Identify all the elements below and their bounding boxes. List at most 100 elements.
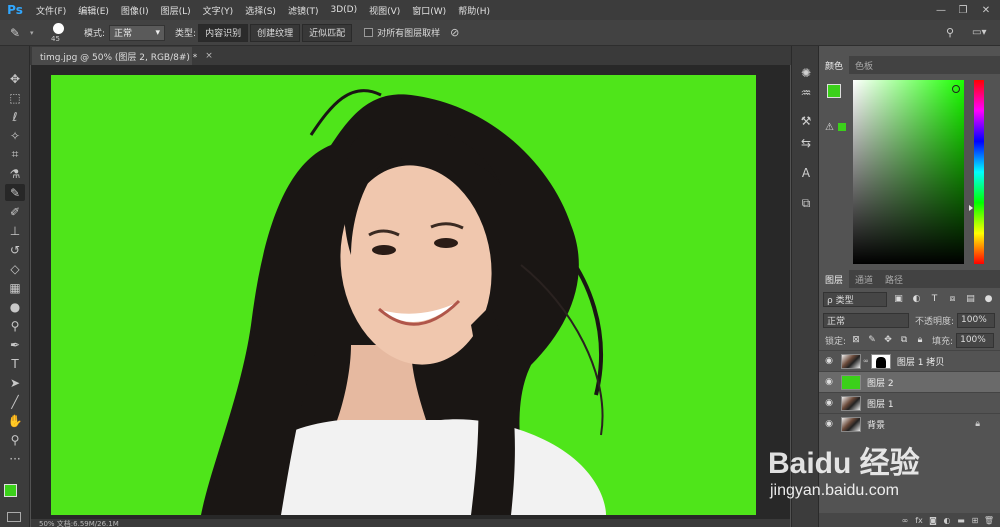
search-icon[interactable]: ⚲: [946, 26, 954, 39]
delete-layer-icon[interactable]: 🗑︎: [982, 516, 996, 525]
mode-select[interactable]: 正常 ▾: [109, 24, 166, 41]
menu-file[interactable]: 文件(F): [30, 4, 72, 17]
lasso-tool-icon[interactable]: ℓ: [5, 108, 25, 125]
lock-all-icon[interactable]: 🔒︎: [914, 334, 926, 346]
new-layer-icon[interactable]: ⊞: [968, 516, 982, 525]
pen-tool-icon[interactable]: ✒: [5, 336, 25, 353]
restore-button[interactable]: ❐: [952, 0, 974, 20]
tab-paths[interactable]: 路径: [879, 270, 909, 288]
zoom-tool-icon[interactable]: ⚲: [5, 431, 25, 448]
color-picker-handle[interactable]: [952, 85, 960, 93]
fill-input[interactable]: 100%: [956, 332, 995, 348]
foreground-color[interactable]: [827, 84, 841, 98]
tab-layers[interactable]: 图层: [819, 270, 850, 288]
eyedropper-tool-icon[interactable]: ⚗: [5, 165, 25, 182]
hand-tool-icon[interactable]: ✋: [5, 412, 25, 429]
visibility-eye-icon[interactable]: ◉: [819, 356, 839, 366]
menu-help[interactable]: 帮助(H): [452, 4, 496, 17]
menu-filter[interactable]: 滤镜(T): [282, 4, 325, 17]
adjustment-filter-icon[interactable]: ◐: [910, 293, 923, 306]
blur-tool-icon[interactable]: ●: [5, 298, 25, 315]
mode-label: 模式:: [84, 29, 106, 39]
crop-tool-icon[interactable]: ⌗: [5, 146, 25, 163]
line-tool-icon[interactable]: ╱: [5, 393, 25, 410]
foreground-color-swatch[interactable]: [4, 484, 17, 497]
menu-window[interactable]: 窗口(W): [406, 4, 452, 17]
tab-swatches[interactable]: 色板: [849, 56, 879, 74]
layer-row[interactable]: ◉ ∞ 图层 1 拷贝: [819, 350, 1000, 371]
watermark-url: jingyan.baidu.com: [770, 482, 899, 499]
menu-3d[interactable]: 3D(D): [324, 5, 363, 15]
sample-all-layers-checkbox[interactable]: [364, 28, 374, 37]
tab-color[interactable]: 颜色: [819, 56, 850, 74]
visibility-eye-icon[interactable]: ◉: [819, 398, 839, 408]
document-canvas[interactable]: [51, 75, 756, 515]
tool-presets-icon[interactable]: ⚒: [796, 112, 816, 130]
visibility-eye-icon[interactable]: ◉: [819, 377, 839, 387]
eraser-tool-icon[interactable]: ◇: [5, 260, 25, 277]
opacity-input[interactable]: 100%: [957, 312, 996, 328]
content-aware-button[interactable]: 内容识别: [198, 23, 249, 42]
adjustments-icon[interactable]: ⇆: [796, 134, 816, 152]
menu-edit[interactable]: 编辑(E): [72, 4, 115, 17]
image-filter-icon[interactable]: ▣: [892, 293, 905, 306]
document-tab[interactable]: timg.jpg @ 50% (图层 2, RGB/8#) * ×: [32, 47, 213, 65]
lock-position-icon[interactable]: ✥: [882, 334, 894, 346]
menu-image[interactable]: 图像(I): [115, 4, 155, 17]
layer-kind-filter[interactable]: ρ 类型: [823, 291, 887, 307]
marquee-tool-icon[interactable]: ⬚: [5, 89, 25, 106]
lock-transparency-icon[interactable]: ⊠: [850, 334, 862, 346]
type-filter-icon[interactable]: T: [928, 293, 941, 306]
shape-filter-icon[interactable]: ⧈: [946, 293, 959, 306]
tab-channels[interactable]: 通道: [849, 270, 879, 288]
minimize-button[interactable]: —: [930, 0, 952, 20]
filter-toggle-icon[interactable]: ●: [982, 293, 995, 306]
dodge-tool-icon[interactable]: ⚲: [5, 317, 25, 334]
history-brush-tool-icon[interactable]: ↺: [5, 241, 25, 258]
layer-mask-thumbnail[interactable]: [870, 353, 891, 369]
hue-slider[interactable]: [974, 80, 984, 264]
layer-row[interactable]: ◉ 图层 2: [819, 371, 1000, 392]
proximity-match-button[interactable]: 近似匹配: [302, 23, 353, 42]
gradient-tool-icon[interactable]: ▦: [5, 279, 25, 296]
layer-row[interactable]: ◉ 图层 1: [819, 392, 1000, 413]
workspace-icon[interactable]: ▭▾: [972, 27, 986, 38]
menu-type[interactable]: 文字(Y): [197, 4, 240, 17]
smart-object-filter-icon[interactable]: ▤: [964, 293, 977, 306]
quick-mask-icon[interactable]: [7, 512, 21, 522]
paragraph-panel-icon[interactable]: ⧉: [796, 194, 816, 212]
healing-brush-tool-preset-icon[interactable]: ✎: [0, 26, 30, 40]
type-label: 类型:: [175, 29, 197, 39]
more-tools-icon[interactable]: ···: [5, 450, 25, 467]
close-button[interactable]: ✕: [975, 0, 997, 20]
menu-select[interactable]: 选择(S): [239, 4, 282, 17]
lock-pixels-icon[interactable]: ✎: [866, 334, 878, 346]
gamut-color-chip[interactable]: [838, 123, 846, 131]
menu-view[interactable]: 视图(V): [363, 4, 406, 17]
path-selection-tool-icon[interactable]: ➤: [5, 374, 25, 391]
character-panel-icon[interactable]: A: [796, 164, 816, 182]
healing-brush-tool-icon[interactable]: ✎: [5, 184, 25, 201]
pressure-icon[interactable]: ⊘: [450, 26, 459, 39]
close-tab-icon[interactable]: ×: [205, 51, 213, 61]
layers-panel-tabs: 图层 通道 路径: [819, 270, 1000, 288]
preset-dropdown-icon[interactable]: ▾: [30, 29, 38, 37]
saturation-brightness-field[interactable]: [853, 80, 964, 264]
quick-selection-tool-icon[interactable]: ✧: [5, 127, 25, 144]
brush-presets-icon[interactable]: ♒: [796, 84, 816, 102]
history-panel-icon[interactable]: ✺: [796, 64, 816, 82]
menu-layer[interactable]: 图层(L): [155, 4, 197, 17]
visibility-eye-icon[interactable]: ◉: [819, 419, 839, 429]
lock-artboard-icon[interactable]: ⧉: [898, 334, 910, 346]
clone-stamp-tool-icon[interactable]: ⊥: [5, 222, 25, 239]
layer-row[interactable]: ◉ 背景 🔒︎: [819, 413, 1000, 434]
brush-tool-icon[interactable]: ✐: [5, 203, 25, 220]
chain-link-icon[interactable]: ∞: [863, 357, 869, 365]
brush-picker[interactable]: 45: [44, 22, 74, 44]
sample-all-layers-label: 对所有图层取样: [377, 29, 441, 39]
create-texture-button[interactable]: 创建纹理: [250, 23, 301, 42]
blend-mode-select[interactable]: 正常: [823, 312, 909, 328]
move-tool-icon[interactable]: ✥: [5, 70, 25, 87]
type-tool-icon[interactable]: T: [5, 355, 25, 372]
hue-slider-handle[interactable]: [969, 205, 973, 211]
